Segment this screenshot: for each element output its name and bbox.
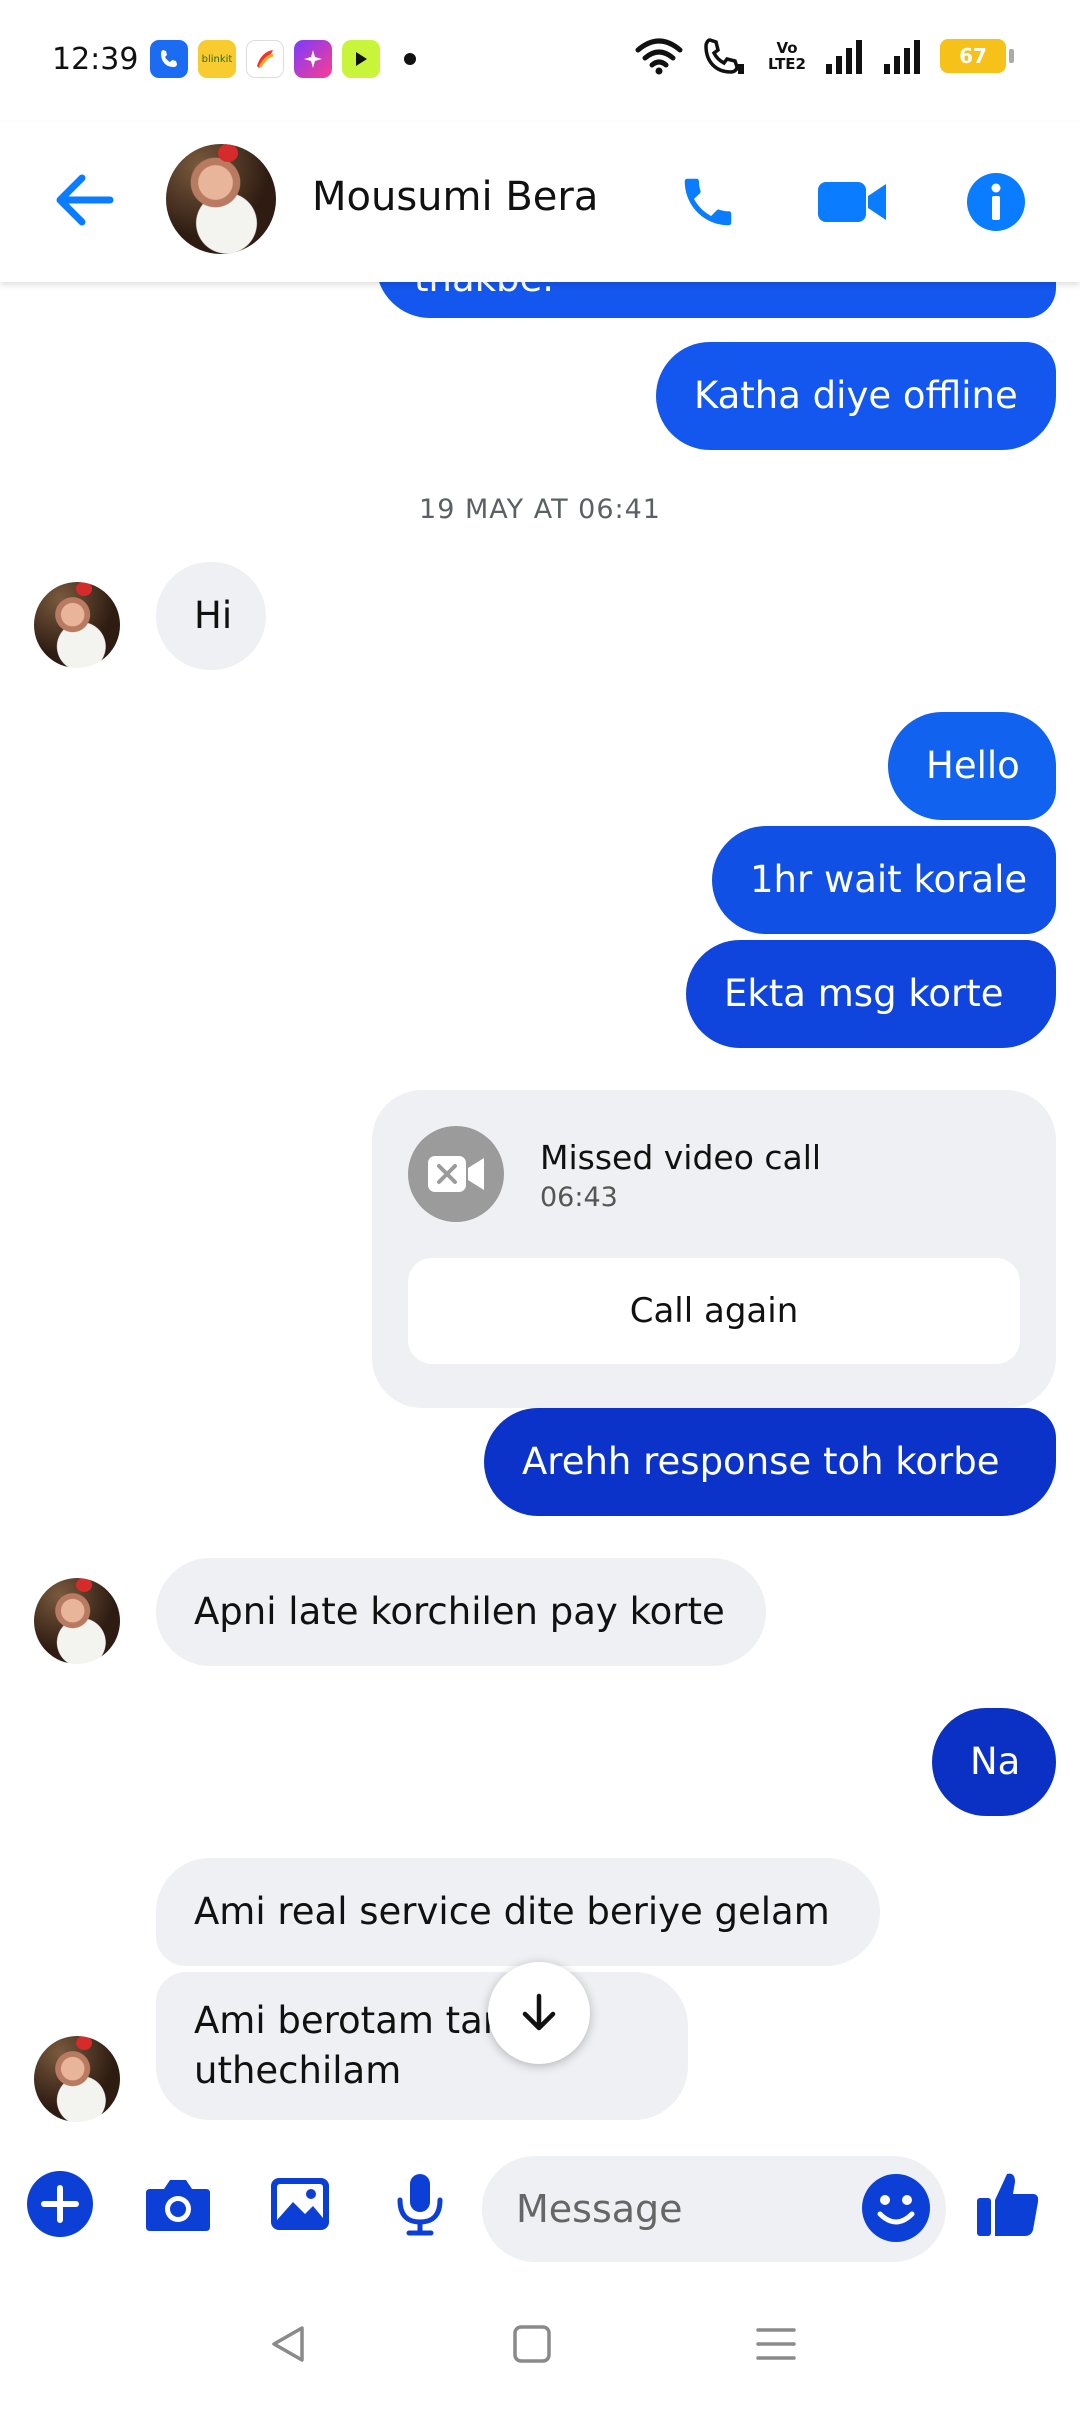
message-outgoing[interactable]: thakbe.	[376, 282, 1056, 318]
message-outgoing[interactable]: Arehh response toh korbe	[484, 1408, 1056, 1516]
contact-name[interactable]: Mousumi Bera	[312, 174, 598, 220]
status-time: 12:39	[52, 42, 139, 77]
message-text: Hello	[926, 744, 1020, 787]
message-outgoing[interactable]: Katha diye offline	[656, 342, 1056, 450]
call-again-button[interactable]: Call again	[408, 1258, 1020, 1364]
message-text: Katha diye offline	[694, 374, 1018, 417]
volte-top: Vo	[776, 39, 798, 57]
gallery-button[interactable]	[260, 2164, 340, 2244]
gallery-app-icon	[294, 40, 332, 78]
back-arrow-icon	[56, 174, 114, 226]
status-bar: 12:39 blinkit Vo LTE2 67	[0, 0, 1080, 122]
app-icon	[342, 40, 380, 78]
add-button[interactable]	[20, 2164, 100, 2244]
smiley-icon	[862, 2174, 930, 2242]
date-separator: 19 MAY AT 06:41	[419, 494, 661, 525]
notification-icons: blinkit	[150, 40, 416, 78]
plus-icon	[27, 2171, 93, 2237]
camera-button[interactable]	[138, 2164, 218, 2244]
message-text: Hi	[194, 594, 233, 637]
blinkit-app-icon: blinkit	[198, 40, 236, 78]
system-navigation-bar	[0, 2272, 1080, 2412]
like-button[interactable]	[968, 2164, 1048, 2244]
message-text: Apni late korchilen pay korte	[194, 1590, 725, 1633]
message-outgoing[interactable]: Ekta msg korte	[686, 940, 1056, 1048]
phone-app-icon	[150, 40, 188, 78]
scroll-to-bottom-button[interactable]	[488, 1962, 590, 2064]
chat-header: Mousumi Bera	[0, 122, 1080, 282]
message-outgoing[interactable]: Na	[932, 1708, 1056, 1816]
blinkit-label: blinkit	[201, 53, 233, 65]
message-text: Na	[970, 1740, 1021, 1783]
missed-call-time: 06:43	[540, 1182, 618, 1213]
image-icon	[271, 2178, 329, 2230]
message-text: Arehh response toh korbe	[522, 1440, 1000, 1483]
system-icons: Vo LTE2 67	[634, 36, 1014, 76]
battery-level: 67	[959, 44, 987, 68]
nav-menu-button[interactable]	[744, 2312, 808, 2376]
signal-icon	[884, 40, 920, 74]
volte-indicator: Vo LTE2	[768, 40, 806, 72]
contact-avatar-small[interactable]	[34, 2036, 120, 2122]
more-notifications-dot	[404, 53, 416, 65]
message-list[interactable]: thakbe. Katha diye offline 19 MAY AT 06:…	[0, 282, 1080, 2142]
message-text: 1hr wait korale	[750, 858, 1028, 901]
contact-avatar-small[interactable]	[34, 582, 120, 668]
missed-call-card: Missed video call 06:43 Call again	[372, 1090, 1056, 1408]
message-incoming[interactable]: Ami berotam tar age uthechilam	[156, 1972, 688, 2120]
video-camera-icon	[818, 182, 886, 222]
app-icon	[246, 40, 284, 78]
contact-avatar[interactable]	[166, 144, 276, 254]
voice-message-button[interactable]	[380, 2164, 460, 2244]
info-button[interactable]	[956, 162, 1036, 242]
volte-bottom: LTE2	[768, 55, 806, 73]
wifi-icon	[635, 38, 683, 75]
wifi-calling-icon	[704, 38, 744, 74]
audio-call-button[interactable]	[668, 162, 748, 242]
message-text: Ami real service dite beriye gelam	[194, 1890, 830, 1933]
menu-icon	[756, 2328, 796, 2360]
message-outgoing[interactable]: Hello	[888, 712, 1056, 820]
message-text: thakbe.	[414, 282, 554, 304]
message-outgoing[interactable]: 1hr wait korale	[712, 826, 1056, 934]
arrow-down-icon	[522, 1993, 556, 2031]
info-icon	[967, 173, 1025, 231]
microphone-icon	[397, 2174, 443, 2236]
camera-icon	[146, 2180, 210, 2231]
square-home-icon	[513, 2325, 551, 2363]
video-call-button[interactable]	[812, 162, 892, 242]
nav-home-button[interactable]	[500, 2312, 564, 2376]
missed-video-call-icon	[408, 1126, 504, 1222]
message-incoming[interactable]: Apni late korchilen pay korte	[156, 1558, 766, 1666]
battery-icon: 67	[940, 39, 1014, 73]
signal-icon	[826, 40, 862, 74]
triangle-back-icon	[272, 2326, 304, 2362]
thumbs-up-icon	[977, 2173, 1039, 2236]
message-incoming[interactable]: Ami real service dite beriye gelam	[156, 1858, 880, 1966]
nav-back-button[interactable]	[256, 2312, 320, 2376]
message-text: Ekta msg korte	[724, 972, 1004, 1015]
contact-avatar-small[interactable]	[34, 1578, 120, 1664]
message-composer	[0, 2142, 1080, 2272]
message-incoming[interactable]: Hi	[156, 562, 266, 670]
phone-icon	[684, 178, 732, 226]
emoji-button[interactable]	[860, 2172, 932, 2244]
missed-call-title: Missed video call	[540, 1138, 822, 1177]
message-text-line: uthechilam	[194, 2049, 402, 2092]
back-button[interactable]	[50, 170, 120, 230]
